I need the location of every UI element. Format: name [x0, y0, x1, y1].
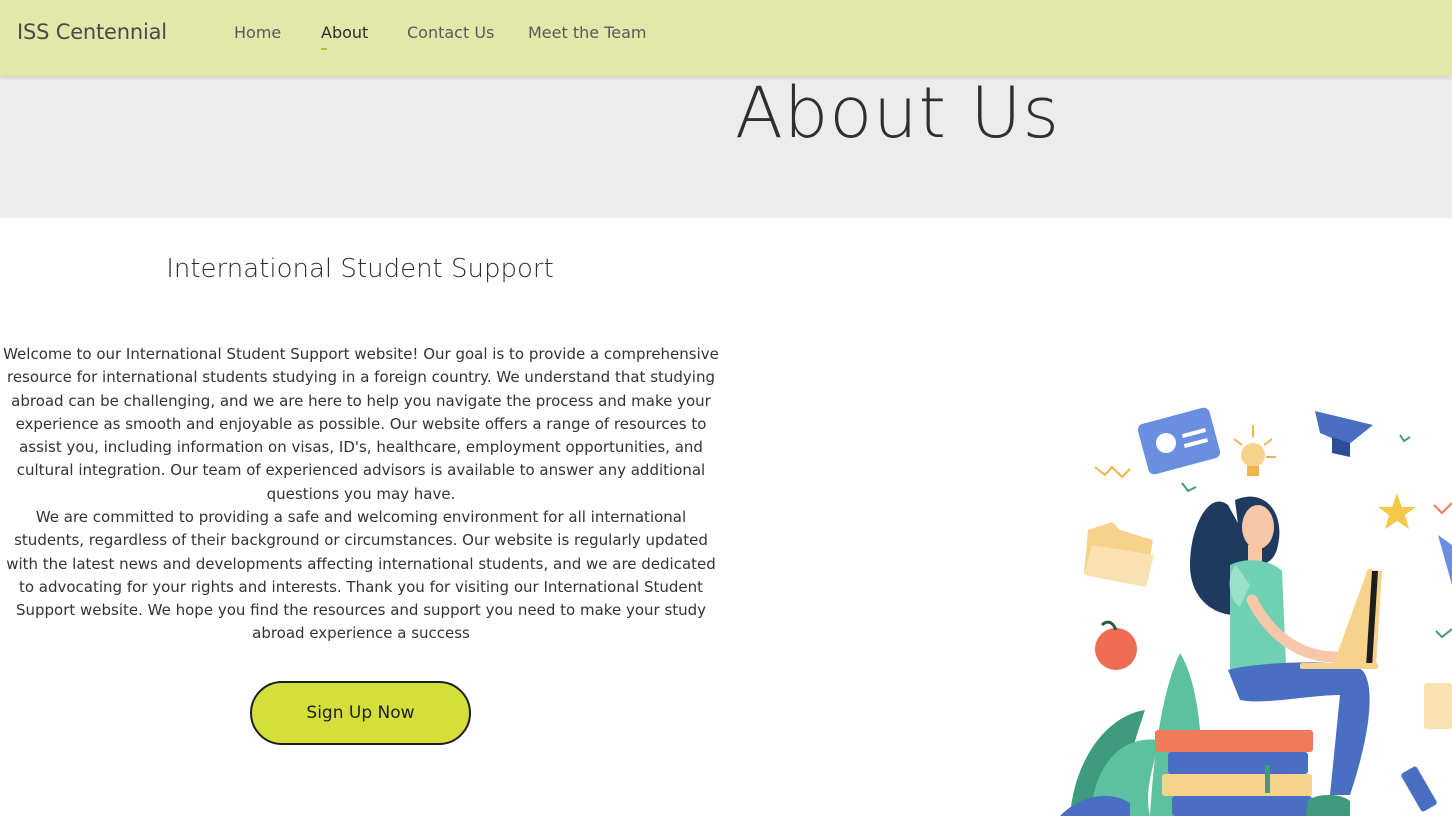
nav-link-meet-the-team[interactable]: Meet the Team	[528, 23, 646, 42]
top-navbar: ISS Centennial Home About Contact Us Mee…	[0, 0, 1452, 76]
sign-up-button[interactable]: Sign Up Now	[250, 681, 471, 745]
active-nav-indicator	[321, 48, 327, 50]
nav-link-home[interactable]: Home	[234, 23, 281, 42]
student-illustration	[1060, 407, 1452, 816]
nav-link-about[interactable]: About	[321, 23, 368, 42]
commitment-paragraph: We are committed to providing a safe and…	[6, 508, 716, 643]
brand-logo-text[interactable]: ISS Centennial	[17, 20, 167, 44]
section-heading: International Student Support	[166, 254, 554, 284]
nav-link-contact[interactable]: Contact Us	[407, 23, 494, 42]
page-title: About Us	[735, 72, 1060, 154]
intro-paragraph: Welcome to our International Student Sup…	[3, 345, 719, 503]
hero-banner: About Us	[0, 72, 1452, 218]
